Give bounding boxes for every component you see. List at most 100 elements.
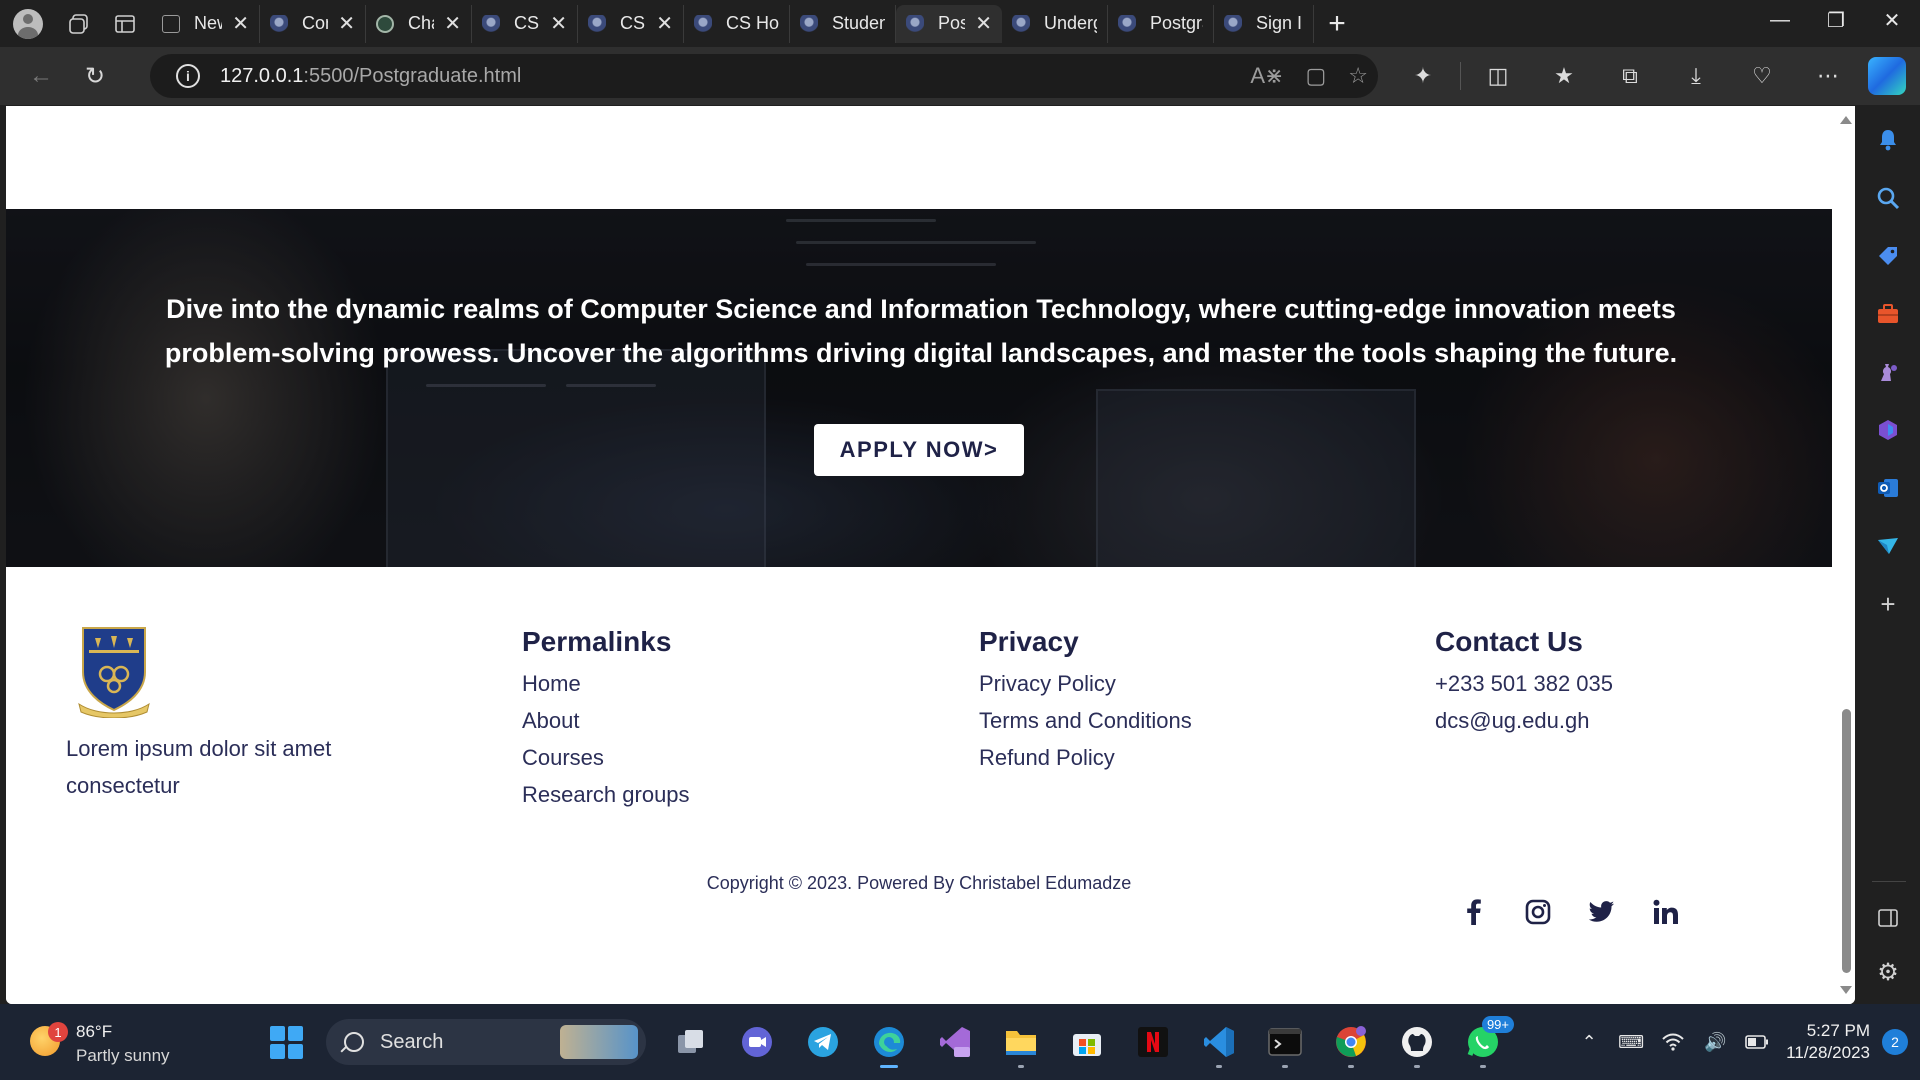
browser-tab[interactable]: CS I ✕ (472, 4, 578, 43)
sidebar-settings-gear-icon[interactable]: ⚙ (1872, 956, 1904, 988)
keyboard-icon[interactable]: ⌨ (1610, 1022, 1652, 1062)
browser-tab-strip: New ✕ Con ✕ Cha ✕ CS I ✕ CS I ✕ CS Home Students Pos… (0, 0, 1920, 47)
weather-widget[interactable]: 1 86°F Partly sunny (26, 1018, 226, 1068)
immersive-reader-icon[interactable]: ▢ (1305, 63, 1326, 89)
vertical-tabs-icon[interactable] (102, 5, 148, 43)
close-tab-icon[interactable]: ✕ (550, 11, 567, 36)
start-button[interactable] (258, 1014, 314, 1070)
microsoft-365-icon[interactable] (1872, 414, 1904, 446)
browser-tab[interactable]: CS I ✕ (578, 4, 684, 43)
close-tab-icon[interactable]: ✕ (338, 11, 355, 36)
netflix-app[interactable] (1120, 1014, 1186, 1070)
workspaces-icon[interactable] (56, 5, 102, 43)
browser-tab[interactable]: Undergra (1002, 4, 1108, 43)
notifications-bell-icon[interactable] (1872, 124, 1904, 156)
hide-sidebar-icon[interactable] (1872, 902, 1904, 934)
twitter-icon[interactable] (1570, 894, 1634, 930)
footer-link-terms[interactable]: Terms and Conditions (979, 702, 1192, 739)
wifi-icon[interactable] (1652, 1022, 1694, 1062)
browser-tab[interactable]: New ✕ (152, 4, 260, 43)
scroll-thumb[interactable] (1842, 709, 1851, 973)
games-chess-icon[interactable] (1872, 356, 1904, 388)
split-screen-icon[interactable]: ◫ (1465, 47, 1531, 105)
tools-briefcase-icon[interactable] (1872, 298, 1904, 330)
footer-link-courses[interactable]: Courses (522, 739, 690, 776)
close-tab-icon[interactable]: ✕ (232, 11, 249, 36)
footer-link-home[interactable]: Home (522, 665, 690, 702)
favorites-icon[interactable]: ★ (1531, 47, 1597, 105)
browser-tab[interactable]: Cha ✕ (366, 4, 472, 43)
facebook-icon[interactable] (1442, 894, 1506, 930)
visual-studio-preview-app[interactable] (922, 1014, 988, 1070)
show-hidden-icons-chevron-icon[interactable]: ⌃ (1568, 1022, 1610, 1062)
volume-icon[interactable]: 🔊 (1694, 1022, 1736, 1062)
scroll-up-arrow-icon[interactable] (1840, 116, 1852, 124)
settings-more-icon[interactable]: ⋯ (1795, 47, 1861, 105)
browser-tab[interactable]: Postgrad (1108, 4, 1214, 43)
shopping-tag-icon[interactable] (1872, 240, 1904, 272)
contact-email[interactable]: dcs@ug.edu.gh (1435, 702, 1613, 739)
github-desktop-app[interactable] (1384, 1014, 1450, 1070)
scroll-down-arrow-icon[interactable] (1840, 986, 1852, 994)
tab-title: Undergra (1044, 13, 1097, 33)
url-text[interactable]: 127.0.0.1:5500/Postgraduate.html (220, 65, 521, 88)
browser-essentials-icon[interactable]: ♡ (1729, 47, 1795, 105)
back-button[interactable]: ← (18, 56, 64, 96)
taskbar-clock[interactable]: 5:27 PM 11/28/2023 (1786, 1020, 1870, 1064)
footer-link-research-groups[interactable]: Research groups (522, 776, 690, 813)
restore-button[interactable]: ❐ (1808, 0, 1864, 40)
vscode-app[interactable] (1186, 1014, 1252, 1070)
outlook-icon[interactable] (1872, 472, 1904, 504)
microsoft-store-app[interactable] (1054, 1014, 1120, 1070)
refresh-button[interactable]: ↻ (72, 56, 118, 96)
page-scrollbar[interactable] (1837, 106, 1855, 1004)
close-tab-icon[interactable]: ✕ (975, 11, 992, 36)
site-info-icon[interactable]: i (176, 64, 200, 88)
linkedin-icon[interactable] (1634, 894, 1698, 930)
apply-now-button[interactable]: APPLY NOW> (814, 424, 1024, 476)
battery-icon[interactable] (1736, 1022, 1778, 1062)
copilot-icon[interactable] (1868, 57, 1906, 95)
footer-link-privacy-policy[interactable]: Privacy Policy (979, 665, 1192, 702)
add-sidebar-app-icon[interactable]: + (1872, 588, 1904, 620)
address-bar[interactable]: i 127.0.0.1:5500/Postgraduate.html A⋇ ▢ … (150, 54, 1378, 98)
browser-tab[interactable]: Sign In (1214, 4, 1314, 43)
footer-link-about[interactable]: About (522, 702, 690, 739)
collections-icon[interactable]: ⧉ (1597, 47, 1663, 105)
browser-tab[interactable]: Students (790, 4, 896, 43)
notification-center-badge[interactable]: 2 (1882, 1029, 1908, 1055)
terminal-app[interactable] (1252, 1014, 1318, 1070)
search-icon[interactable] (1872, 182, 1904, 214)
extensions-icon[interactable]: ✦ (1390, 47, 1456, 105)
ug-crest-icon (1224, 14, 1242, 33)
tab-title: CS I (620, 13, 646, 33)
whatsapp-app[interactable]: 99+ (1450, 1014, 1516, 1070)
edge-browser-app[interactable] (856, 1014, 922, 1070)
profile-button[interactable] (0, 5, 56, 43)
new-tab-button[interactable]: + (1314, 5, 1360, 43)
telegram-app[interactable] (790, 1014, 856, 1070)
task-view-button[interactable] (658, 1014, 724, 1070)
instagram-icon[interactable] (1506, 894, 1570, 930)
minimize-button[interactable]: — (1752, 0, 1808, 40)
downloads-icon[interactable]: ⤓ (1663, 47, 1729, 105)
url-path: :5500/Postgraduate.html (303, 64, 522, 87)
teams-meet-app[interactable] (724, 1014, 790, 1070)
taskbar-search-box[interactable]: Search (326, 1019, 646, 1065)
close-tab-icon[interactable]: ✕ (656, 11, 673, 36)
clock-date: 11/28/2023 (1786, 1043, 1870, 1062)
chatgpt-icon (376, 14, 394, 33)
browser-tab[interactable]: Post ✕ (896, 4, 1002, 43)
drop-send-icon[interactable] (1872, 530, 1904, 562)
browser-tab[interactable]: Con ✕ (260, 4, 366, 43)
close-window-button[interactable]: ✕ (1864, 0, 1920, 40)
file-explorer-app[interactable] (988, 1014, 1054, 1070)
close-tab-icon[interactable]: ✕ (444, 11, 461, 36)
chrome-app[interactable] (1318, 1014, 1384, 1070)
browser-tab[interactable]: CS Home (684, 4, 790, 43)
search-magnifier-icon (344, 1032, 364, 1052)
ug-crest-logo[interactable] (77, 624, 151, 718)
footer-link-refund-policy[interactable]: Refund Policy (979, 739, 1192, 776)
favorite-star-icon[interactable]: ☆ (1348, 63, 1368, 89)
read-aloud-icon[interactable]: A⋇ (1250, 63, 1283, 89)
